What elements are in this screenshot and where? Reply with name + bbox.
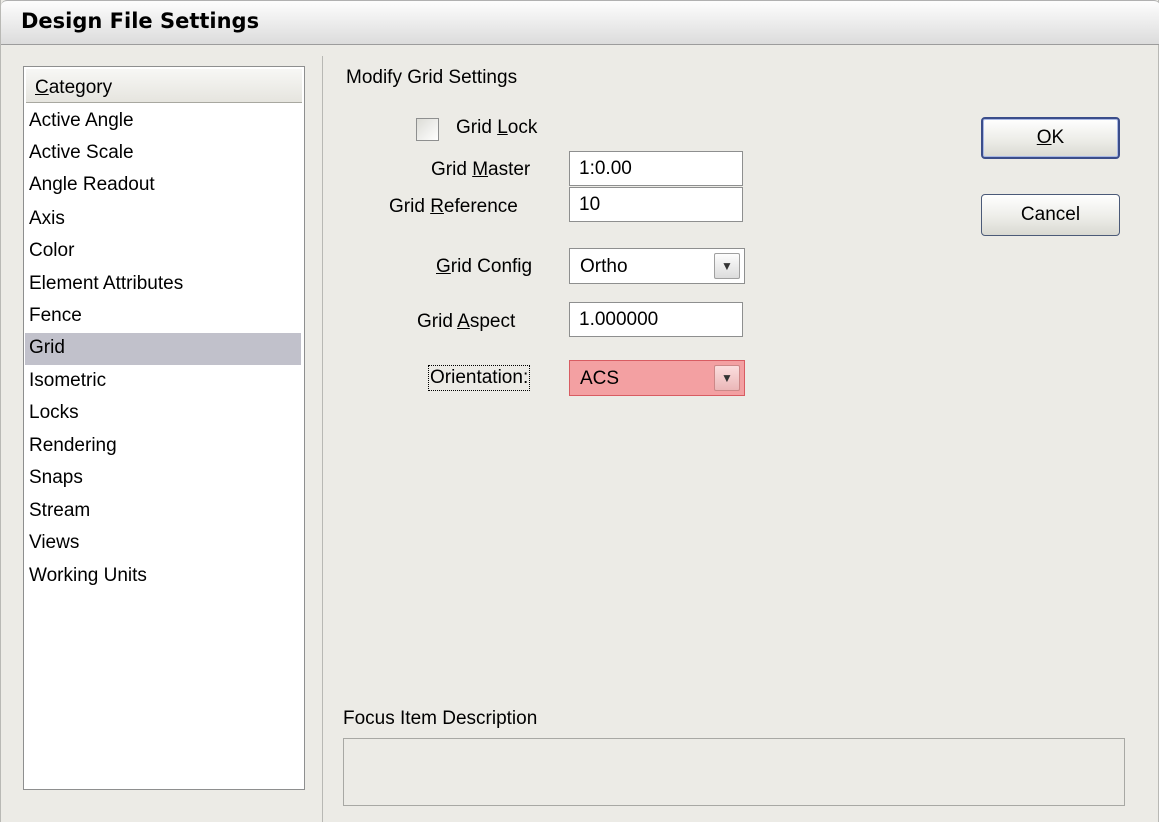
chevron-down-icon[interactable]: ▼: [714, 253, 740, 279]
category-item-fence[interactable]: Fence: [25, 301, 301, 333]
category-item-color[interactable]: Color: [25, 236, 301, 268]
category-item-locks[interactable]: Locks: [25, 398, 301, 430]
panel-divider: [322, 56, 323, 822]
grid-master-label: Grid Master: [431, 159, 531, 180]
category-item-views[interactable]: Views: [25, 528, 301, 560]
category-header-label: Category: [35, 77, 113, 98]
category-item-axis[interactable]: Axis: [25, 204, 301, 236]
grid-aspect-label: Grid Aspect: [417, 311, 516, 332]
section-title: Modify Grid Settings: [346, 67, 518, 88]
chevron-down-icon[interactable]: ▼: [714, 365, 740, 391]
cancel-button[interactable]: Cancel: [981, 194, 1120, 236]
grid-master-input[interactable]: 1:0.00: [569, 151, 743, 186]
category-item-stream[interactable]: Stream: [25, 496, 301, 528]
category-item-active-scale[interactable]: Active Scale: [25, 138, 301, 170]
grid-config-label: Grid Config: [436, 256, 533, 277]
category-list[interactable]: Category Active Angle Active Scale Angle…: [23, 66, 305, 790]
grid-reference-label: Grid Reference: [389, 196, 518, 217]
orientation-label: Orientation:: [427, 365, 531, 391]
category-item-working-units[interactable]: Working Units: [25, 561, 301, 593]
category-item-rendering[interactable]: Rendering: [25, 431, 301, 463]
category-column-header[interactable]: Category: [26, 69, 302, 103]
category-item-isometric[interactable]: Isometric: [25, 366, 301, 398]
orientation-dropdown[interactable]: ACS ▼: [569, 360, 745, 396]
grid-lock-label[interactable]: Grid Lock: [456, 117, 537, 139]
grid-config-value: Ortho: [580, 256, 628, 277]
category-item-angle-readout[interactable]: Angle Readout: [25, 170, 301, 202]
focus-description-label: Focus Item Description: [343, 708, 538, 729]
orientation-value: ACS: [580, 368, 620, 389]
ok-button[interactable]: OK: [981, 117, 1120, 159]
focus-description-box: [343, 738, 1125, 806]
grid-reference-input[interactable]: 10: [569, 187, 743, 222]
category-item-snaps[interactable]: Snaps: [25, 463, 301, 495]
window-title: Design File Settings: [21, 9, 260, 33]
dialog-window: Design File Settings Category Active Ang…: [0, 0, 1159, 822]
category-item-element-attributes[interactable]: Element Attributes: [25, 269, 301, 301]
category-item-active-angle[interactable]: Active Angle: [25, 106, 301, 138]
grid-config-dropdown[interactable]: Ortho ▼: [569, 248, 745, 284]
grid-lock-checkbox[interactable]: [416, 118, 439, 141]
title-bar[interactable]: Design File Settings: [1, 0, 1159, 45]
grid-aspect-input[interactable]: 1.000000: [569, 302, 743, 337]
category-item-grid[interactable]: Grid: [25, 333, 301, 365]
